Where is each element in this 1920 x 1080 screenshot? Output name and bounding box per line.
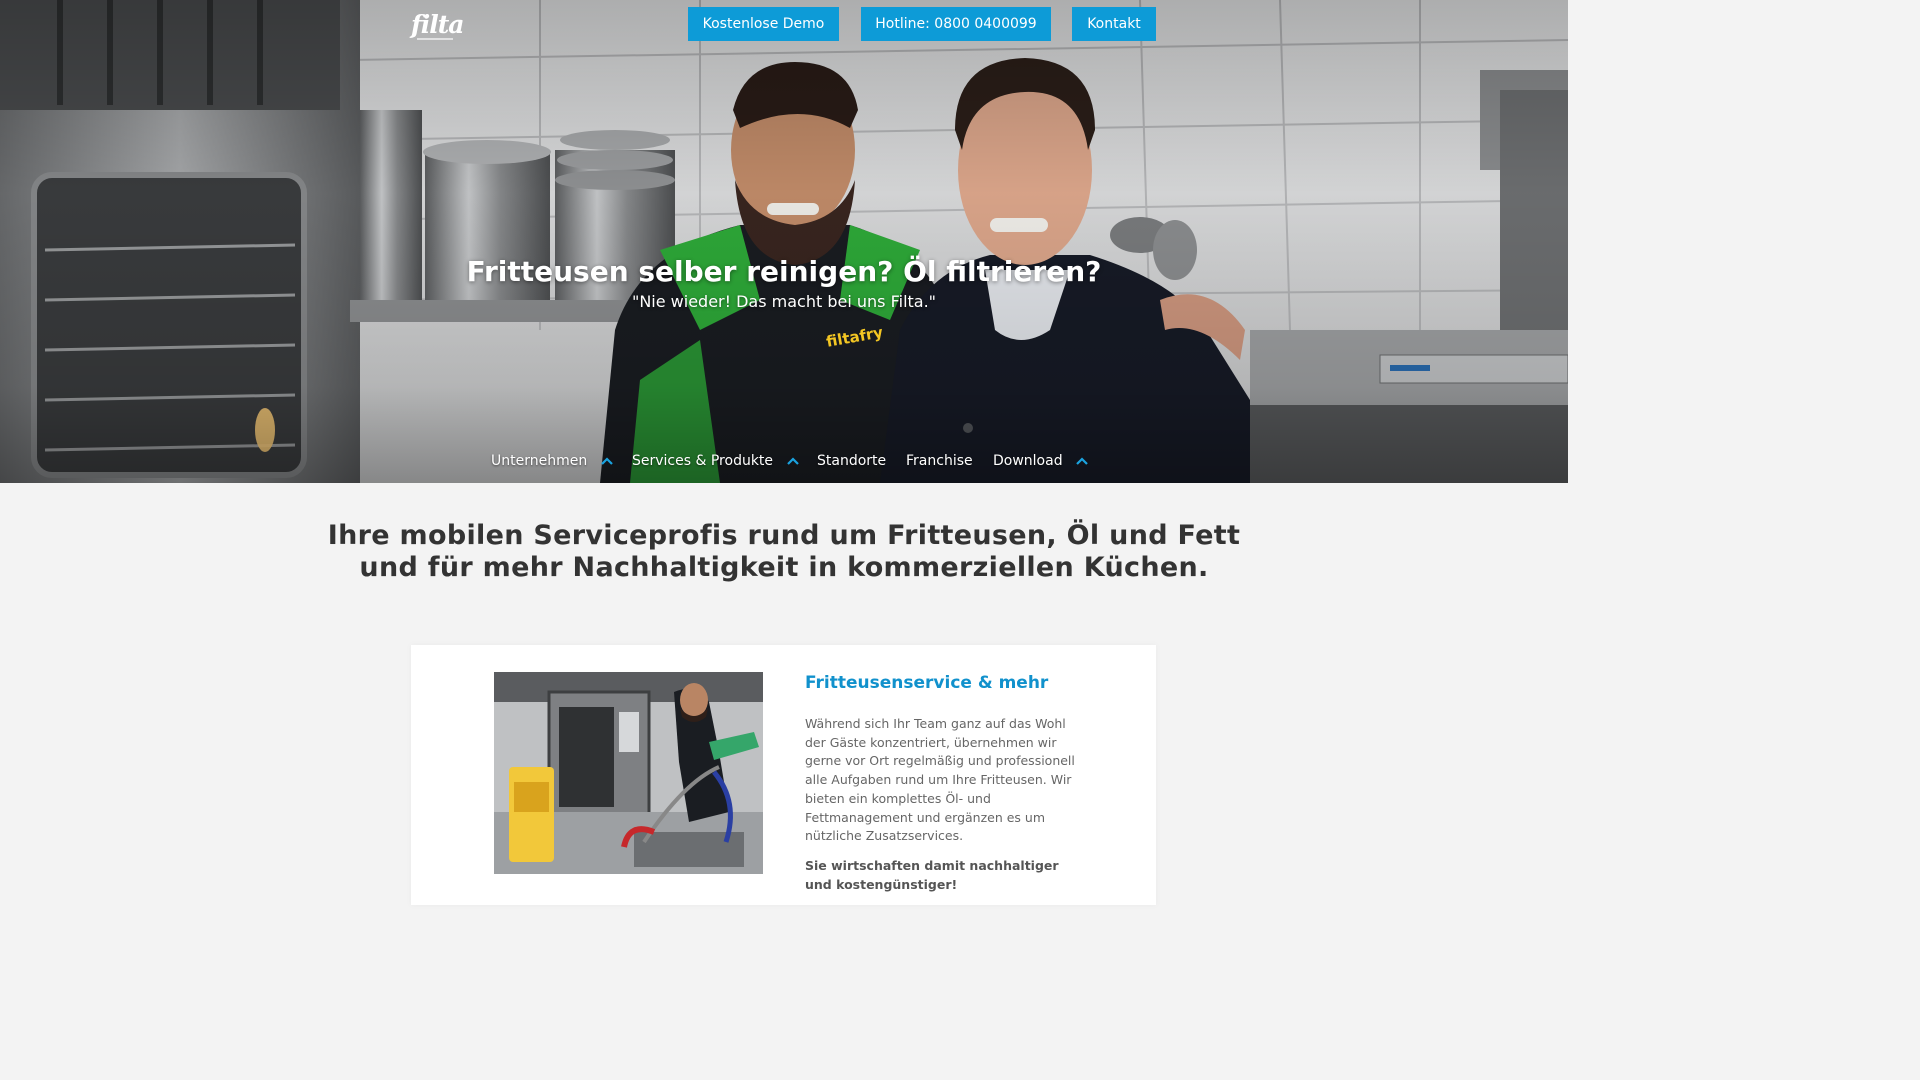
intro-heading-line2: und für mehr Nachhaltigkeit in kommerzie… [359,552,1209,583]
nav-item-standorte[interactable]: Standorte [817,450,886,472]
intro-heading: Ihre mobilen Serviceprofis rund um Fritt… [284,520,1284,584]
main-navigation: Unternehmen Services & Produkte Standort… [0,450,1568,472]
hero-title: Fritteusen selber reinigen? Öl filtriere… [466,255,1102,288]
logo-text: filta [411,10,464,39]
card-highlight: Sie wirtschaften damit nachhaltiger und … [805,858,1059,892]
contact-button[interactable]: Kontakt [1072,7,1156,41]
nav-item-unternehmen[interactable]: Unternehmen [491,450,613,472]
nav-item-label: Standorte [817,453,887,469]
chevron-up-icon [1076,450,1088,472]
chevron-up-icon [600,450,613,472]
nav-item-franchise[interactable]: Franchise [906,450,973,472]
logo-underline [417,38,453,40]
chevron-up-icon [786,450,799,472]
service-card: Fritteusenservice & mehr Während sich Ih… [411,645,1156,905]
filta-logo[interactable]: filta [411,10,464,40]
card-description: Während sich Ihr Team ganz auf das Wohl … [805,716,1075,844]
nav-item-label: Download [993,453,1063,469]
nav-item-download[interactable]: Download [993,450,1088,472]
intro-heading-line1: Ihre mobilen Serviceprofis rund um Fritt… [327,520,1241,551]
card-title: Fritteusenservice & mehr [805,673,1049,693]
nav-item-services-produkte[interactable]: Services & Produkte [632,450,799,472]
nav-item-label: Franchise [906,453,973,469]
nav-item-label: Services & Produkte [632,453,774,469]
free-demo-button[interactable]: Kostenlose Demo [688,7,839,41]
service-photo [494,672,763,874]
hero-photo [0,0,1568,483]
hero-banner: filta Kostenlose Demo Hotline: 0800 0400… [0,0,1568,483]
hotline-button[interactable]: Hotline: 0800 0400099 [861,7,1051,41]
nav-item-label: Unternehmen [491,453,588,469]
hero-subtitle: "Nie wieder! Das macht bei uns Filta." [631,292,937,311]
